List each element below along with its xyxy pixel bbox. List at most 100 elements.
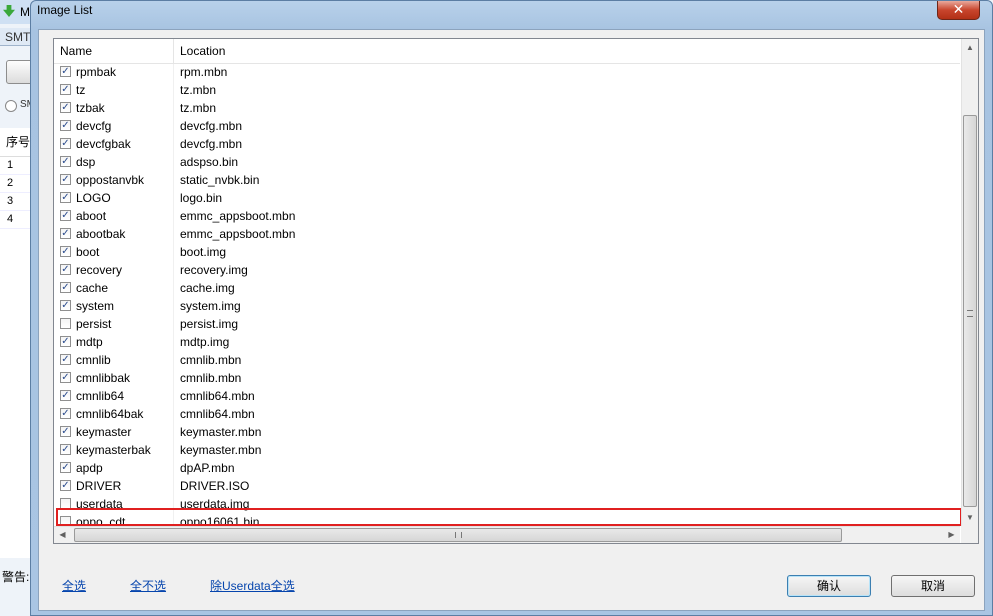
name-cell: ✓ cmnlib64bak xyxy=(54,406,174,424)
image-location: cmnlib.mbn xyxy=(180,371,242,385)
list-item-devcfg[interactable]: ✓ devcfg devcfg.mbn xyxy=(54,118,960,136)
checkbox[interactable]: ✓ xyxy=(60,246,71,257)
image-name: keymasterbak xyxy=(76,443,151,457)
list-item-apdp[interactable]: ✓ apdp dpAP.mbn xyxy=(54,460,960,478)
dialog-title: Image List xyxy=(37,3,93,17)
image-location: DRIVER.ISO xyxy=(180,479,250,493)
name-cell: ✓ tzbak xyxy=(54,100,174,118)
checkbox[interactable] xyxy=(60,498,71,509)
checkbox[interactable]: ✓ xyxy=(60,228,71,239)
background-table-row[interactable]: 3 xyxy=(0,193,34,211)
background-table-row[interactable]: 1 xyxy=(0,157,34,175)
list-item-cmnlib[interactable]: ✓ cmnlib cmnlib.mbn xyxy=(54,352,960,370)
close-button[interactable]: ✕ xyxy=(937,1,980,20)
list-item-driver[interactable]: ✓ DRIVER DRIVER.ISO xyxy=(54,478,960,496)
column-header-location[interactable]: Location xyxy=(174,39,960,63)
name-cell: ✓ apdp xyxy=(54,460,174,478)
list-item-logo[interactable]: ✓ LOGO logo.bin xyxy=(54,190,960,208)
list-item-recovery[interactable]: ✓ recovery recovery.img xyxy=(54,262,960,280)
image-location: dpAP.mbn xyxy=(180,461,235,475)
scroll-down-arrow-icon[interactable]: ▼ xyxy=(962,509,978,526)
list-item-system[interactable]: ✓ system system.img xyxy=(54,298,960,316)
list-item-cmnlib64bak[interactable]: ✓ cmnlib64bak cmnlib64.mbn xyxy=(54,406,960,424)
list-item-persist[interactable]: persist persist.img xyxy=(54,316,960,334)
image-name: DRIVER xyxy=(76,479,122,493)
image-name: tzbak xyxy=(76,101,105,115)
checkbox[interactable]: ✓ xyxy=(60,210,71,221)
select-none-link[interactable]: 全不选 xyxy=(130,577,166,594)
select-all-except-userdata-link[interactable]: 除Userdata全选 xyxy=(210,577,295,594)
horizontal-scrollbar[interactable]: ◀ ▶ xyxy=(54,526,960,543)
image-name: boot xyxy=(76,245,100,259)
checkbox[interactable]: ✓ xyxy=(60,390,71,401)
checkbox[interactable]: ✓ xyxy=(60,192,71,203)
list-item-aboot[interactable]: ✓ aboot emmc_appsboot.mbn xyxy=(54,208,960,226)
dialog-client-area: Name Location ✓ rpmbak rpm.mbn ✓ tz tz.mbn ✓ tz… xyxy=(38,29,985,611)
name-cell: ✓ oppostanvbk xyxy=(54,172,174,190)
select-all-link[interactable]: 全选 xyxy=(62,577,86,594)
background-table-row[interactable]: 2 xyxy=(0,175,34,193)
checkbox[interactable]: ✓ xyxy=(60,120,71,131)
list-item-dsp[interactable]: ✓ dsp adspso.bin xyxy=(54,154,960,172)
checkbox[interactable]: ✓ xyxy=(60,264,71,275)
scroll-left-arrow-icon[interactable]: ◀ xyxy=(54,527,71,543)
background-radio[interactable] xyxy=(5,100,17,112)
image-name: cmnlib64bak xyxy=(76,407,144,421)
name-cell: ✓ recovery xyxy=(54,262,174,280)
list-item-tz[interactable]: ✓ tz tz.mbn xyxy=(54,82,960,100)
checkbox[interactable]: ✓ xyxy=(60,102,71,113)
horizontal-scroll-thumb[interactable] xyxy=(74,528,842,542)
scroll-right-arrow-icon[interactable]: ▶ xyxy=(943,527,960,543)
checkbox[interactable]: ✓ xyxy=(60,462,71,473)
image-name: system xyxy=(76,299,115,313)
checkbox[interactable]: ✓ xyxy=(60,66,71,77)
checkbox[interactable]: ✓ xyxy=(60,480,71,491)
vertical-scroll-thumb[interactable] xyxy=(963,115,977,507)
list-item-keymaster[interactable]: ✓ keymaster keymaster.mbn xyxy=(54,424,960,442)
ok-button[interactable]: 确认 xyxy=(787,575,871,597)
checkbox[interactable]: ✓ xyxy=(60,426,71,437)
image-name: recovery xyxy=(76,263,123,277)
checkbox[interactable] xyxy=(60,318,71,329)
image-list-view[interactable]: Name Location ✓ rpmbak rpm.mbn ✓ tz tz.mbn ✓ tz… xyxy=(53,38,979,544)
checkbox[interactable]: ✓ xyxy=(60,84,71,95)
list-item-boot[interactable]: ✓ boot boot.img xyxy=(54,244,960,262)
column-header-name[interactable]: Name xyxy=(54,39,174,63)
image-name: apdp xyxy=(76,461,103,475)
list-item-tzbak[interactable]: ✓ tzbak tz.mbn xyxy=(54,100,960,118)
checkbox[interactable]: ✓ xyxy=(60,156,71,167)
checkbox[interactable]: ✓ xyxy=(60,282,71,293)
list-item-abootbak[interactable]: ✓ abootbak emmc_appsboot.mbn xyxy=(54,226,960,244)
list-item-cmnlibbak[interactable]: ✓ cmnlibbak cmnlib.mbn xyxy=(54,370,960,388)
checkbox[interactable]: ✓ xyxy=(60,300,71,311)
checkbox[interactable]: ✓ xyxy=(60,174,71,185)
image-location: keymaster.mbn xyxy=(180,425,262,439)
list-item-cmnlib64[interactable]: ✓ cmnlib64 cmnlib64.mbn xyxy=(54,388,960,406)
list-item-oppostanvbk[interactable]: ✓ oppostanvbk static_nvbk.bin xyxy=(54,172,960,190)
checkbox[interactable]: ✓ xyxy=(60,372,71,383)
list-item-mdtp[interactable]: ✓ mdtp mdtp.img xyxy=(54,334,960,352)
image-location: emmc_appsboot.mbn xyxy=(180,227,296,241)
image-name: aboot xyxy=(76,209,107,223)
checkbox[interactable]: ✓ xyxy=(60,444,71,455)
image-name: mdtp xyxy=(76,335,103,349)
checkbox[interactable]: ✓ xyxy=(60,138,71,149)
checkbox[interactable]: ✓ xyxy=(60,408,71,419)
name-cell: ✓ abootbak xyxy=(54,226,174,244)
list-item-keymasterbak[interactable]: ✓ keymasterbak keymaster.mbn xyxy=(54,442,960,460)
background-table-row[interactable]: 4 xyxy=(0,211,34,229)
image-name: persist xyxy=(76,317,112,331)
list-item-rpmbak[interactable]: ✓ rpmbak rpm.mbn xyxy=(54,64,960,82)
image-name: tz xyxy=(76,83,86,97)
checkbox[interactable]: ✓ xyxy=(60,336,71,347)
cancel-button[interactable]: 取消 xyxy=(891,575,975,597)
list-item-userdata[interactable]: userdata userdata.img xyxy=(54,496,960,514)
image-location: emmc_appsboot.mbn xyxy=(180,209,296,223)
list-item-devcfgbak[interactable]: ✓ devcfgbak devcfg.mbn xyxy=(54,136,960,154)
name-cell: ✓ rpmbak xyxy=(54,64,174,82)
vertical-scrollbar[interactable]: ▲ ▼ xyxy=(961,39,978,526)
scroll-up-arrow-icon[interactable]: ▲ xyxy=(962,39,978,56)
checkbox[interactable]: ✓ xyxy=(60,354,71,365)
list-item-cache[interactable]: ✓ cache cache.img xyxy=(54,280,960,298)
image-location: tz.mbn xyxy=(180,83,217,97)
